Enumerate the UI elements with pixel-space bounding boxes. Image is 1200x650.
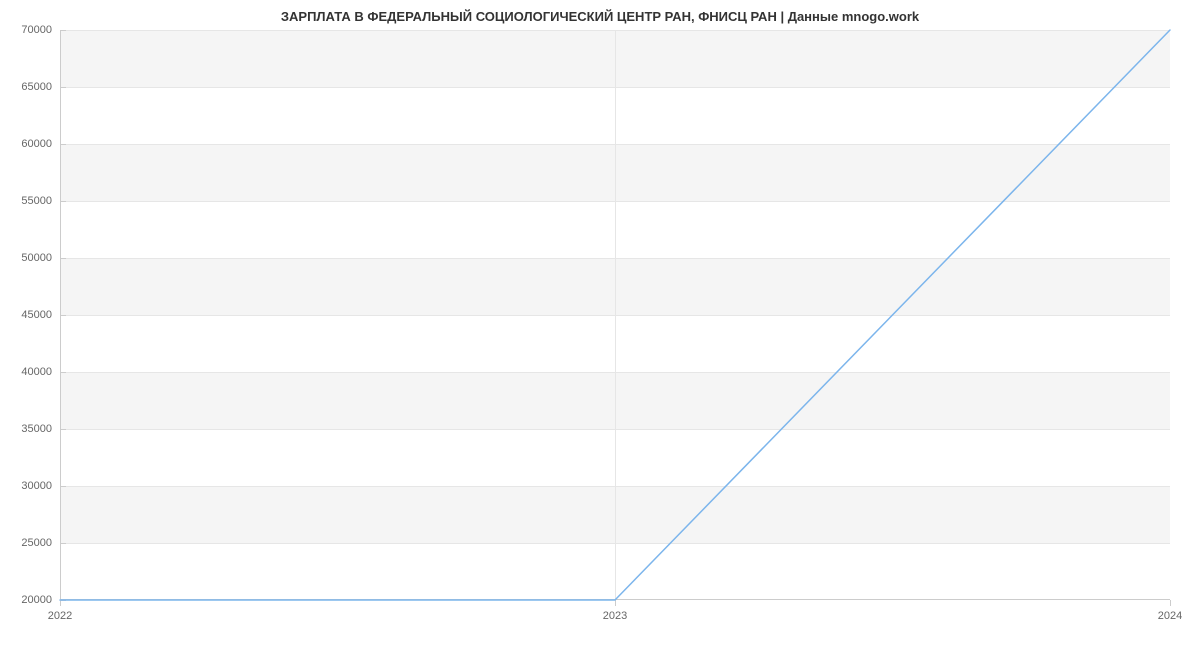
x-tick-label: 2022 [48,610,72,622]
y-tick-label: 25000 [21,537,52,549]
y-tick-label: 30000 [21,480,52,492]
y-tick-label: 65000 [21,81,52,93]
chart-title: ЗАРПЛАТА В ФЕДЕРАЛЬНЫЙ СОЦИОЛОГИЧЕСКИЙ Ц… [0,9,1200,24]
y-tick-label: 20000 [21,594,52,606]
plot-area: 70000 65000 60000 55000 50000 45000 4000… [60,30,1170,600]
y-tick-label: 70000 [21,24,52,36]
y-tick-label: 60000 [21,138,52,150]
y-tick-label: 50000 [21,252,52,264]
series-line [60,30,1170,600]
y-tick-label: 40000 [21,366,52,378]
chart-line-svg [60,30,1170,600]
y-tick-label: 35000 [21,423,52,435]
x-tick-label: 2023 [603,610,627,622]
y-tick-label: 45000 [21,309,52,321]
x-tick-label: 2024 [1158,610,1182,622]
y-tick-label: 55000 [21,195,52,207]
